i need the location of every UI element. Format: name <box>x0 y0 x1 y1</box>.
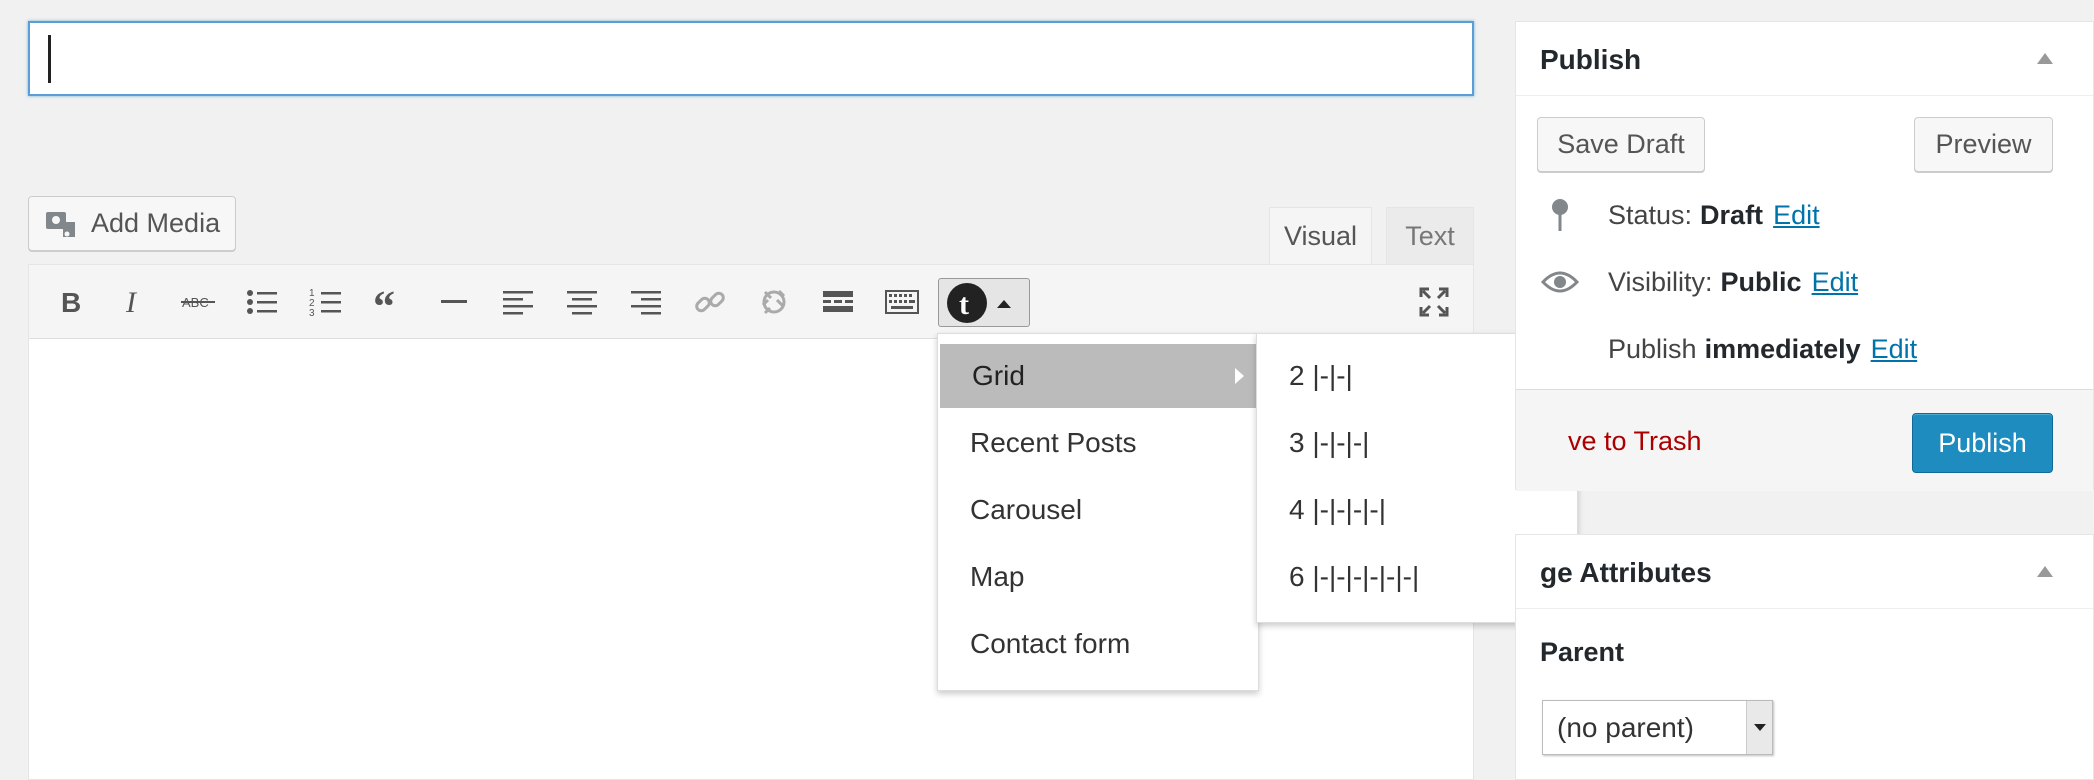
numbered-list-icon[interactable]: 123 <box>301 277 351 327</box>
parent-select-value: (no parent) <box>1557 711 1694 743</box>
align-center-icon[interactable] <box>557 277 607 327</box>
tab-text[interactable]: Text <box>1386 207 1474 265</box>
visibility-label: Visibility: <box>1608 266 1713 297</box>
editor-toolbar: B I ABC 123 “ t <box>29 265 1473 339</box>
read-more-icon[interactable] <box>813 277 863 327</box>
schedule-row: Publish immediately Edit <box>1540 329 1917 369</box>
page-attributes-box: ge Attributes Parent (no parent) <box>1515 534 2094 780</box>
calendar-icon <box>1540 331 1580 367</box>
remove-link-icon[interactable] <box>749 277 799 327</box>
blockquote-icon[interactable]: “ <box>365 277 415 327</box>
svg-text:t: t <box>959 288 969 321</box>
save-draft-button[interactable]: Save Draft <box>1537 117 1705 172</box>
italic-icon[interactable]: I <box>109 277 159 327</box>
collapse-icon[interactable] <box>2037 566 2053 577</box>
submenu-item-label: 2 |-|-| <box>1289 360 1353 391</box>
shortcode-menu: Grid Recent Posts Carousel Map Contact f… <box>937 333 1259 691</box>
shortcode-menu-button[interactable]: t <box>938 278 1030 327</box>
chevron-down-icon <box>1746 701 1772 754</box>
publish-button[interactable]: Publish <box>1912 413 2053 473</box>
strikethrough-icon[interactable]: ABC <box>173 277 223 327</box>
visibility-row: Visibility: Public Edit <box>1540 262 1858 302</box>
pin-icon <box>1540 197 1580 233</box>
fullscreen-icon[interactable] <box>1409 277 1459 327</box>
horizontal-line-icon[interactable] <box>429 277 479 327</box>
eye-icon <box>1540 264 1580 300</box>
menu-item-label: Map <box>970 561 1025 592</box>
move-to-trash-link[interactable]: ve to Trash <box>1568 426 1702 457</box>
theme-logo-icon: t <box>947 282 987 323</box>
add-media-label: Add Media <box>91 208 221 238</box>
submenu-item-label: 6 |-|-|-|-|-|-| <box>1289 561 1420 592</box>
svg-text:“: “ <box>373 285 395 319</box>
toolbar-toggle-icon[interactable] <box>877 277 927 327</box>
publish-box-title: Publish <box>1540 44 1642 75</box>
parent-select[interactable]: (no parent) <box>1542 700 1773 755</box>
submenu-arrow-icon <box>1235 368 1244 384</box>
preview-button[interactable]: Preview <box>1914 117 2053 172</box>
publish-box-header[interactable]: Publish <box>1516 22 2093 96</box>
add-media-button[interactable]: Add Media <box>28 196 236 251</box>
edit-status-link[interactable]: Edit <box>1773 200 1820 231</box>
edit-visibility-link[interactable]: Edit <box>1812 267 1859 298</box>
menu-item-grid[interactable]: Grid <box>940 344 1258 408</box>
menu-item-recent-posts[interactable]: Recent Posts <box>938 411 1258 475</box>
menu-item-label: Grid <box>972 360 1025 391</box>
media-icon <box>46 211 75 237</box>
bulleted-list-icon[interactable] <box>237 277 287 327</box>
collapse-icon[interactable] <box>2037 53 2053 64</box>
bold-icon[interactable]: B <box>45 277 95 327</box>
caret-up-icon <box>997 299 1011 308</box>
status-label: Status: <box>1608 199 1693 230</box>
submenu-item-label: 4 |-|-|-|-| <box>1289 494 1387 525</box>
parent-label: Parent <box>1540 637 1625 667</box>
menu-item-contact-form[interactable]: Contact form <box>938 612 1258 676</box>
schedule-value: immediately <box>1704 333 1861 364</box>
tab-visual[interactable]: Visual <box>1269 207 1372 265</box>
svg-text:B: B <box>61 287 81 318</box>
status-row: Status: Draft Edit <box>1540 195 1820 235</box>
svg-text:3: 3 <box>309 308 315 319</box>
svg-text:I: I <box>125 286 138 319</box>
menu-item-carousel[interactable]: Carousel <box>938 478 1258 542</box>
align-left-icon[interactable] <box>493 277 543 327</box>
menu-item-map[interactable]: Map <box>938 545 1258 609</box>
submenu-item-label: 3 |-|-|-| <box>1289 427 1370 458</box>
text-caret <box>48 35 51 83</box>
status-value: Draft <box>1700 199 1764 230</box>
menu-item-label: Carousel <box>970 494 1083 525</box>
publish-box: Publish Save Draft Preview Status: Draft… <box>1515 21 2094 491</box>
schedule-label: Publish <box>1608 333 1697 364</box>
page-attributes-title: ge Attributes <box>1540 557 1712 588</box>
post-title-input[interactable] <box>28 21 1474 96</box>
align-right-icon[interactable] <box>621 277 671 327</box>
major-publishing-actions: ve to Trash Publish <box>1516 389 2093 491</box>
page-attributes-header[interactable]: ge Attributes <box>1516 535 2093 609</box>
menu-item-label: Recent Posts <box>970 427 1137 458</box>
edit-schedule-link[interactable]: Edit <box>1871 334 1918 365</box>
insert-link-icon[interactable] <box>685 277 735 327</box>
menu-item-label: Contact form <box>970 628 1131 659</box>
visibility-value: Public <box>1720 266 1802 297</box>
